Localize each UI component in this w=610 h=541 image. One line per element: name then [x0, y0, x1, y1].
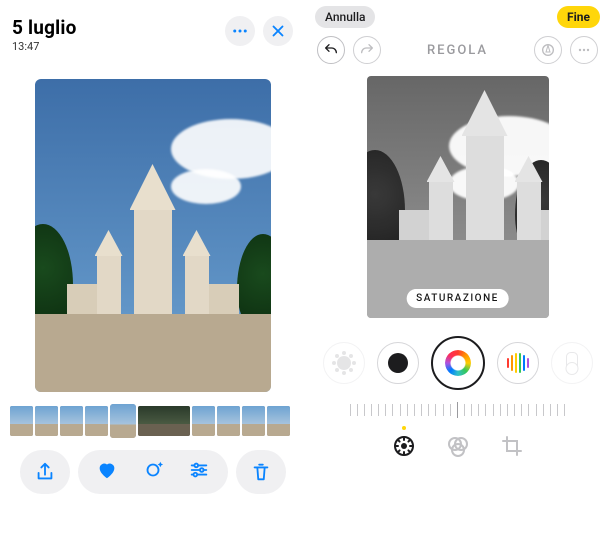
trash-button[interactable] — [236, 450, 286, 494]
favorite-button[interactable] — [96, 459, 118, 485]
filters-tab-icon — [446, 443, 470, 462]
photo-time-subtitle: 13:47 — [12, 40, 77, 53]
adjust-tab-icon — [392, 443, 416, 462]
main-photo-wrap — [8, 57, 297, 400]
thumbnail[interactable] — [110, 404, 136, 438]
center-toolbar — [78, 450, 228, 494]
markup-icon — [540, 42, 556, 58]
adjustment-vibrance[interactable] — [497, 342, 539, 384]
sliders-icon — [188, 459, 210, 481]
tab-adjust[interactable] — [392, 434, 416, 458]
edit-more-button[interactable] — [570, 36, 598, 64]
redo-button[interactable] — [353, 36, 381, 64]
edit-photo-wrap: SATURAZIONE — [367, 70, 549, 318]
adjustment-carousel[interactable] — [305, 318, 610, 396]
tab-indicator-dot — [402, 426, 406, 430]
saturation-icon — [445, 350, 471, 376]
redo-icon — [359, 42, 375, 58]
edit-top-bar: Annulla Fine — [305, 0, 610, 34]
adjustment-slider[interactable] — [350, 400, 566, 420]
share-button[interactable] — [20, 450, 70, 494]
warmth-icon — [566, 352, 578, 374]
close-icon — [269, 22, 287, 40]
adjustment-warmth[interactable] — [551, 342, 593, 384]
thumbnail[interactable] — [217, 406, 240, 436]
main-photo[interactable] — [35, 79, 271, 392]
thumbnail[interactable] — [35, 406, 58, 436]
done-button[interactable]: Fine — [557, 6, 600, 28]
undo-button[interactable] — [317, 36, 345, 64]
heart-icon — [96, 459, 118, 481]
sparkle-icon — [142, 459, 164, 481]
enhance-button[interactable] — [142, 459, 164, 485]
thumbnail[interactable] — [10, 406, 33, 436]
title-block: 5 luglio 13:47 — [12, 16, 77, 53]
left-header: 5 luglio 13:47 — [8, 8, 297, 57]
trash-icon — [250, 461, 272, 483]
thumbnail[interactable] — [192, 406, 215, 436]
photo-toolbar — [8, 440, 297, 506]
brightness-icon — [337, 356, 351, 370]
thumbnail-strip[interactable] — [8, 400, 297, 440]
edit-mode-tabs — [305, 420, 610, 468]
share-icon — [34, 461, 56, 483]
edit-photo-preview[interactable]: SATURAZIONE — [367, 76, 549, 318]
close-button[interactable] — [263, 16, 293, 46]
photo-view-panel: 5 luglio 13:47 — [0, 0, 305, 541]
adjust-button[interactable] — [188, 459, 210, 485]
cancel-button[interactable]: Annulla — [315, 6, 375, 28]
thumbnail[interactable] — [242, 406, 265, 436]
header-buttons — [225, 16, 293, 46]
more-icon — [231, 22, 249, 40]
adjustment-brightness[interactable] — [323, 342, 365, 384]
more-button[interactable] — [225, 16, 255, 46]
adjustment-black-point[interactable] — [377, 342, 419, 384]
edit-sub-bar: REGOLA — [305, 34, 610, 70]
crop-tab-icon — [500, 443, 524, 462]
thumbnail[interactable] — [85, 406, 108, 436]
markup-button[interactable] — [534, 36, 562, 64]
edit-mode-label: REGOLA — [427, 43, 488, 58]
adjustment-badge: SATURAZIONE — [406, 289, 509, 308]
undo-icon — [323, 42, 339, 58]
adjustment-saturation[interactable] — [431, 336, 485, 390]
vibrance-icon — [507, 353, 529, 373]
more-icon — [576, 42, 592, 58]
thumbnail[interactable] — [60, 406, 83, 436]
tab-crop[interactable] — [500, 434, 524, 458]
edit-panel: Annulla Fine REGOLA — [305, 0, 610, 541]
thumbnail[interactable] — [267, 406, 290, 436]
black-point-icon — [388, 353, 408, 373]
photo-date-title: 5 luglio — [12, 16, 77, 39]
tab-filters[interactable] — [446, 434, 470, 458]
thumbnail[interactable] — [138, 406, 190, 436]
